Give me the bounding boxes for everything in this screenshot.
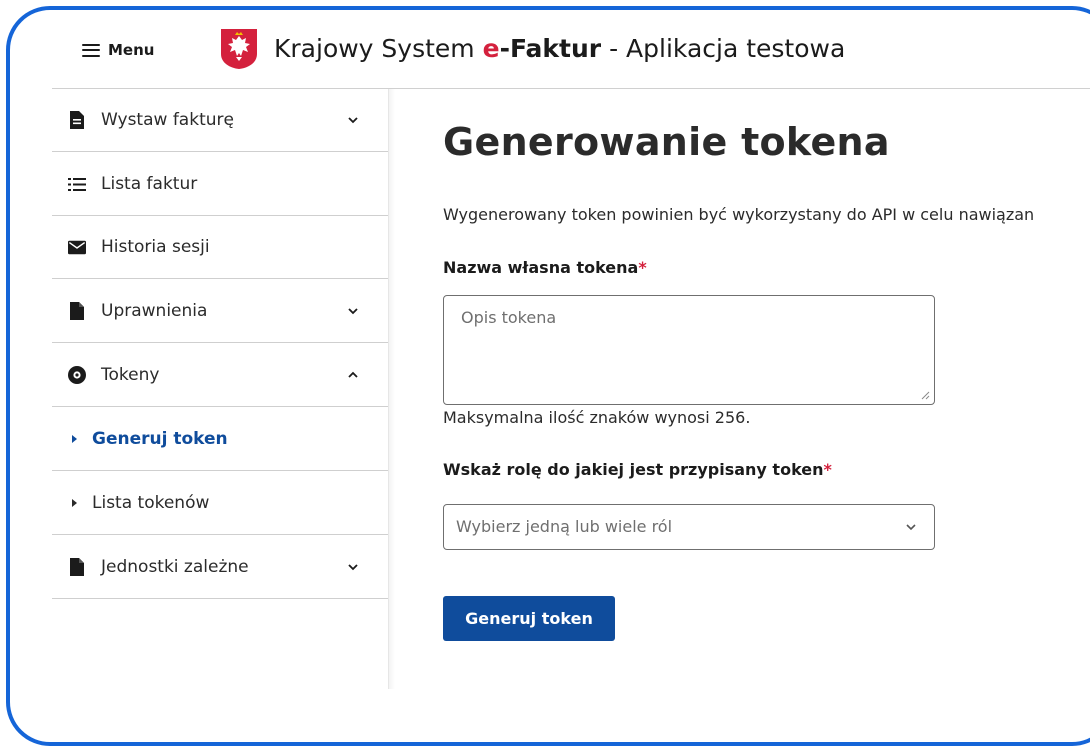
hamburger-icon xyxy=(82,43,100,57)
role-select[interactable]: Wybierz jedną lub wiele ról xyxy=(443,504,935,550)
token-icon xyxy=(68,366,86,384)
bullet-icon xyxy=(72,499,77,507)
token-name-label: Nazwa własna tokena* xyxy=(443,256,647,280)
token-name-label-text: Nazwa własna tokena xyxy=(443,258,639,277)
sidebar-item-lista-faktur[interactable]: Lista faktur xyxy=(52,153,388,216)
sidebar-item-label: Lista faktur xyxy=(101,174,198,194)
generate-token-button[interactable]: Generuj token xyxy=(443,596,615,641)
role-select-placeholder: Wybierz jedną lub wiele ról xyxy=(456,517,673,536)
chevron-down-icon xyxy=(348,308,358,315)
sidebar-item-label: Uprawnienia xyxy=(101,301,208,321)
sidebar-item-generuj-token[interactable]: Generuj token xyxy=(52,408,388,471)
chevron-down-icon xyxy=(348,564,358,571)
sidebar-item-label: Wystaw fakturę xyxy=(101,110,234,130)
chevron-down-icon xyxy=(348,117,358,124)
token-name-textarea[interactable] xyxy=(443,295,935,405)
sidebar-item-lista-tokenow[interactable]: Lista tokenów xyxy=(52,472,388,535)
chevron-down-icon xyxy=(906,524,916,531)
role-label: Wskaż rolę do jakiej jest przypisany tok… xyxy=(443,458,832,482)
token-name-hint: Maksymalna ilość znaków wynosi 256. xyxy=(443,408,751,427)
required-mark: * xyxy=(823,460,832,479)
envelope-icon xyxy=(68,238,86,256)
document-icon xyxy=(68,111,86,129)
sidebar-item-uprawnienia[interactable]: Uprawnienia xyxy=(52,280,388,343)
polish-emblem-icon xyxy=(221,29,257,69)
file-icon xyxy=(68,558,86,576)
menu-label: Menu xyxy=(108,41,155,59)
app-title: Krajowy System e-Faktur - Aplikacja test… xyxy=(274,31,845,67)
page-description: Wygenerowany token powinien być wykorzys… xyxy=(443,205,1035,224)
sidebar-item-label: Lista tokenów xyxy=(92,493,210,513)
title-prefix: Krajowy System xyxy=(274,34,483,63)
title-brand-e: e xyxy=(482,34,500,63)
bullet-icon xyxy=(72,435,77,443)
list-icon xyxy=(68,175,86,193)
sidebar-item-label: Tokeny xyxy=(101,365,160,385)
required-mark: * xyxy=(638,258,647,277)
sidebar-item-label: Jednostki zależne xyxy=(101,557,249,577)
sidebar-item-wystaw-fakture[interactable]: Wystaw fakturę xyxy=(52,89,388,152)
sidebar-item-label: Historia sesji xyxy=(101,237,210,257)
menu-button[interactable]: Menu xyxy=(82,36,154,64)
file-icon xyxy=(68,302,86,320)
title-suffix: - Aplikacja testowa xyxy=(601,34,846,63)
role-label-text: Wskaż rolę do jakiej jest przypisany tok… xyxy=(443,460,824,479)
chevron-up-icon xyxy=(348,371,358,378)
sidebar-item-historia-sesji[interactable]: Historia sesji xyxy=(52,216,388,279)
sidebar-item-jednostki-zalezne[interactable]: Jednostki zależne xyxy=(52,536,388,599)
sidebar: Wystaw fakturę Lista faktur Historia ses… xyxy=(52,89,388,689)
sidebar-shadow xyxy=(389,89,395,689)
sidebar-item-label: Generuj token xyxy=(92,429,228,449)
sidebar-item-tokeny[interactable]: Tokeny xyxy=(52,344,388,407)
page-title: Generowanie tokena xyxy=(443,120,890,164)
title-brand-faktur: -Faktur xyxy=(499,34,602,63)
